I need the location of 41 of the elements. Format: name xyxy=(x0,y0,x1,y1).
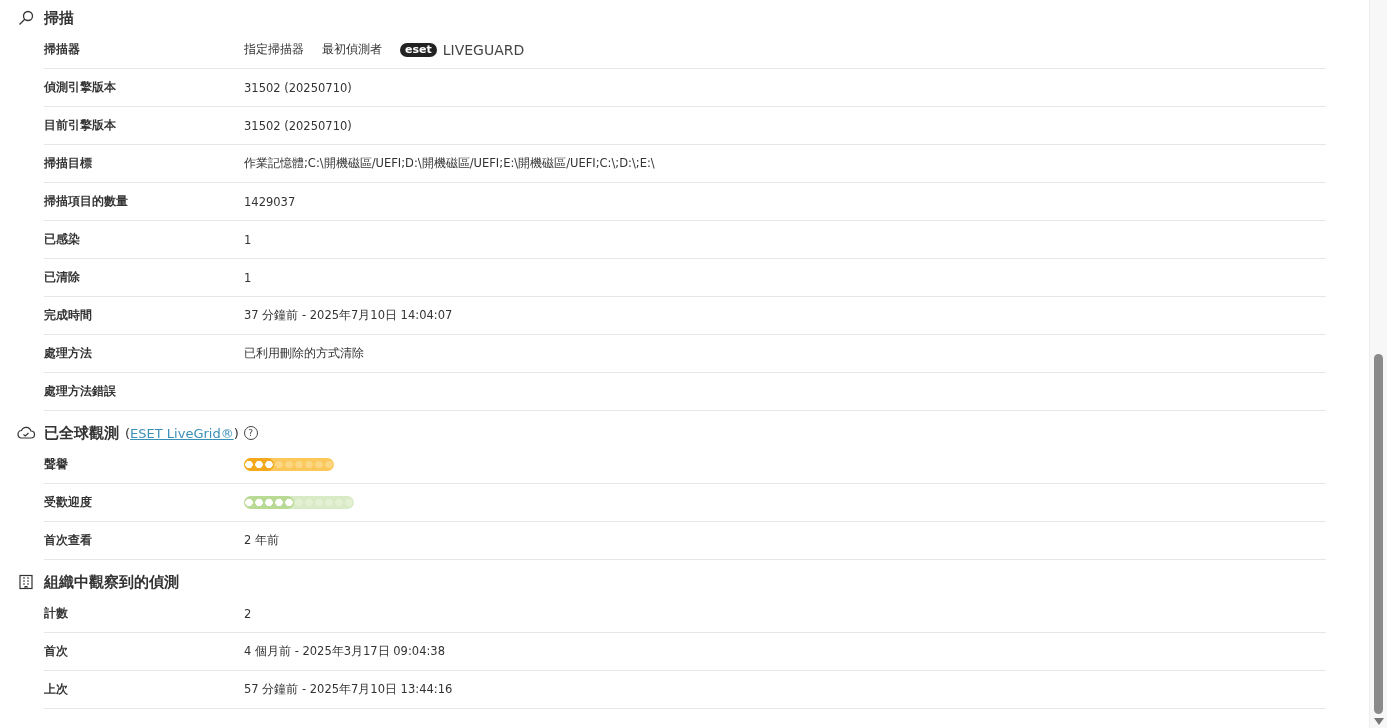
field-value: 37 分鐘前 - 2025年7月10日 14:04:07 xyxy=(244,308,453,323)
field-value: 1 xyxy=(244,232,252,247)
field-label: 目前引擎版本 xyxy=(44,118,117,133)
field-value: 1429037 xyxy=(244,194,296,209)
field-label: 處理方法錯誤 xyxy=(44,384,117,399)
eset-logo: eset xyxy=(400,42,437,57)
section-title: 組織中觀察到的偵測 xyxy=(44,572,179,592)
field-label: 計數 xyxy=(44,606,69,621)
livegrid-link[interactable]: ESET LiveGrid® xyxy=(130,425,234,441)
field-value: 4 個月前 - 2025年3月17日 09:04:38 xyxy=(244,644,445,659)
field-label: 已感染 xyxy=(44,232,81,247)
field-label: 聲譽 xyxy=(44,457,69,472)
field-label: 首次 xyxy=(44,644,69,659)
field-label: 偵測引擎版本 xyxy=(44,80,117,95)
field-label: 掃描目標 xyxy=(44,156,93,171)
product-name: LIVEGUARD xyxy=(442,41,525,58)
field-label: 受歡迎度 xyxy=(44,495,93,510)
field-label: 首次查看 xyxy=(44,533,93,548)
field-value: 57 分鐘前 - 2025年7月10日 13:44:16 xyxy=(244,682,453,697)
field-label: 處理方法 xyxy=(44,346,93,361)
field-label: 掃描器 xyxy=(44,42,81,57)
field-value: 2 年前 xyxy=(244,533,279,548)
cloud-check-icon xyxy=(16,425,36,441)
field-value: 31502 (20250710) xyxy=(244,118,352,133)
field-label: 掃描項目的數量 xyxy=(44,194,129,209)
field-label: 上次 xyxy=(44,682,69,697)
building-icon xyxy=(16,574,36,590)
field-label: 完成時間 xyxy=(44,308,93,323)
field-value: 最初偵測者 xyxy=(322,42,382,57)
scroll-down-icon[interactable] xyxy=(1373,718,1384,725)
field-value: 1 xyxy=(244,270,252,285)
field-value: 指定掃描器 xyxy=(244,42,304,57)
field-value: 2 xyxy=(244,606,252,621)
field-value: 作業記憶體;C:\開機磁區/UEFI;D:\開機磁區/UEFI;E:\開機磁區/UEFI;C:\;D:\;E:\ xyxy=(244,156,655,171)
field-value: 31502 (20250710) xyxy=(244,80,352,95)
field-value: 已利用刪除的方式清除 xyxy=(244,346,364,361)
section-title: 掃描 xyxy=(44,8,74,28)
field-label: 已清除 xyxy=(44,270,81,285)
section-title: 已全球觀測 xyxy=(44,423,119,443)
paren-close: ) xyxy=(233,425,239,441)
paren-open: ( xyxy=(125,425,131,441)
